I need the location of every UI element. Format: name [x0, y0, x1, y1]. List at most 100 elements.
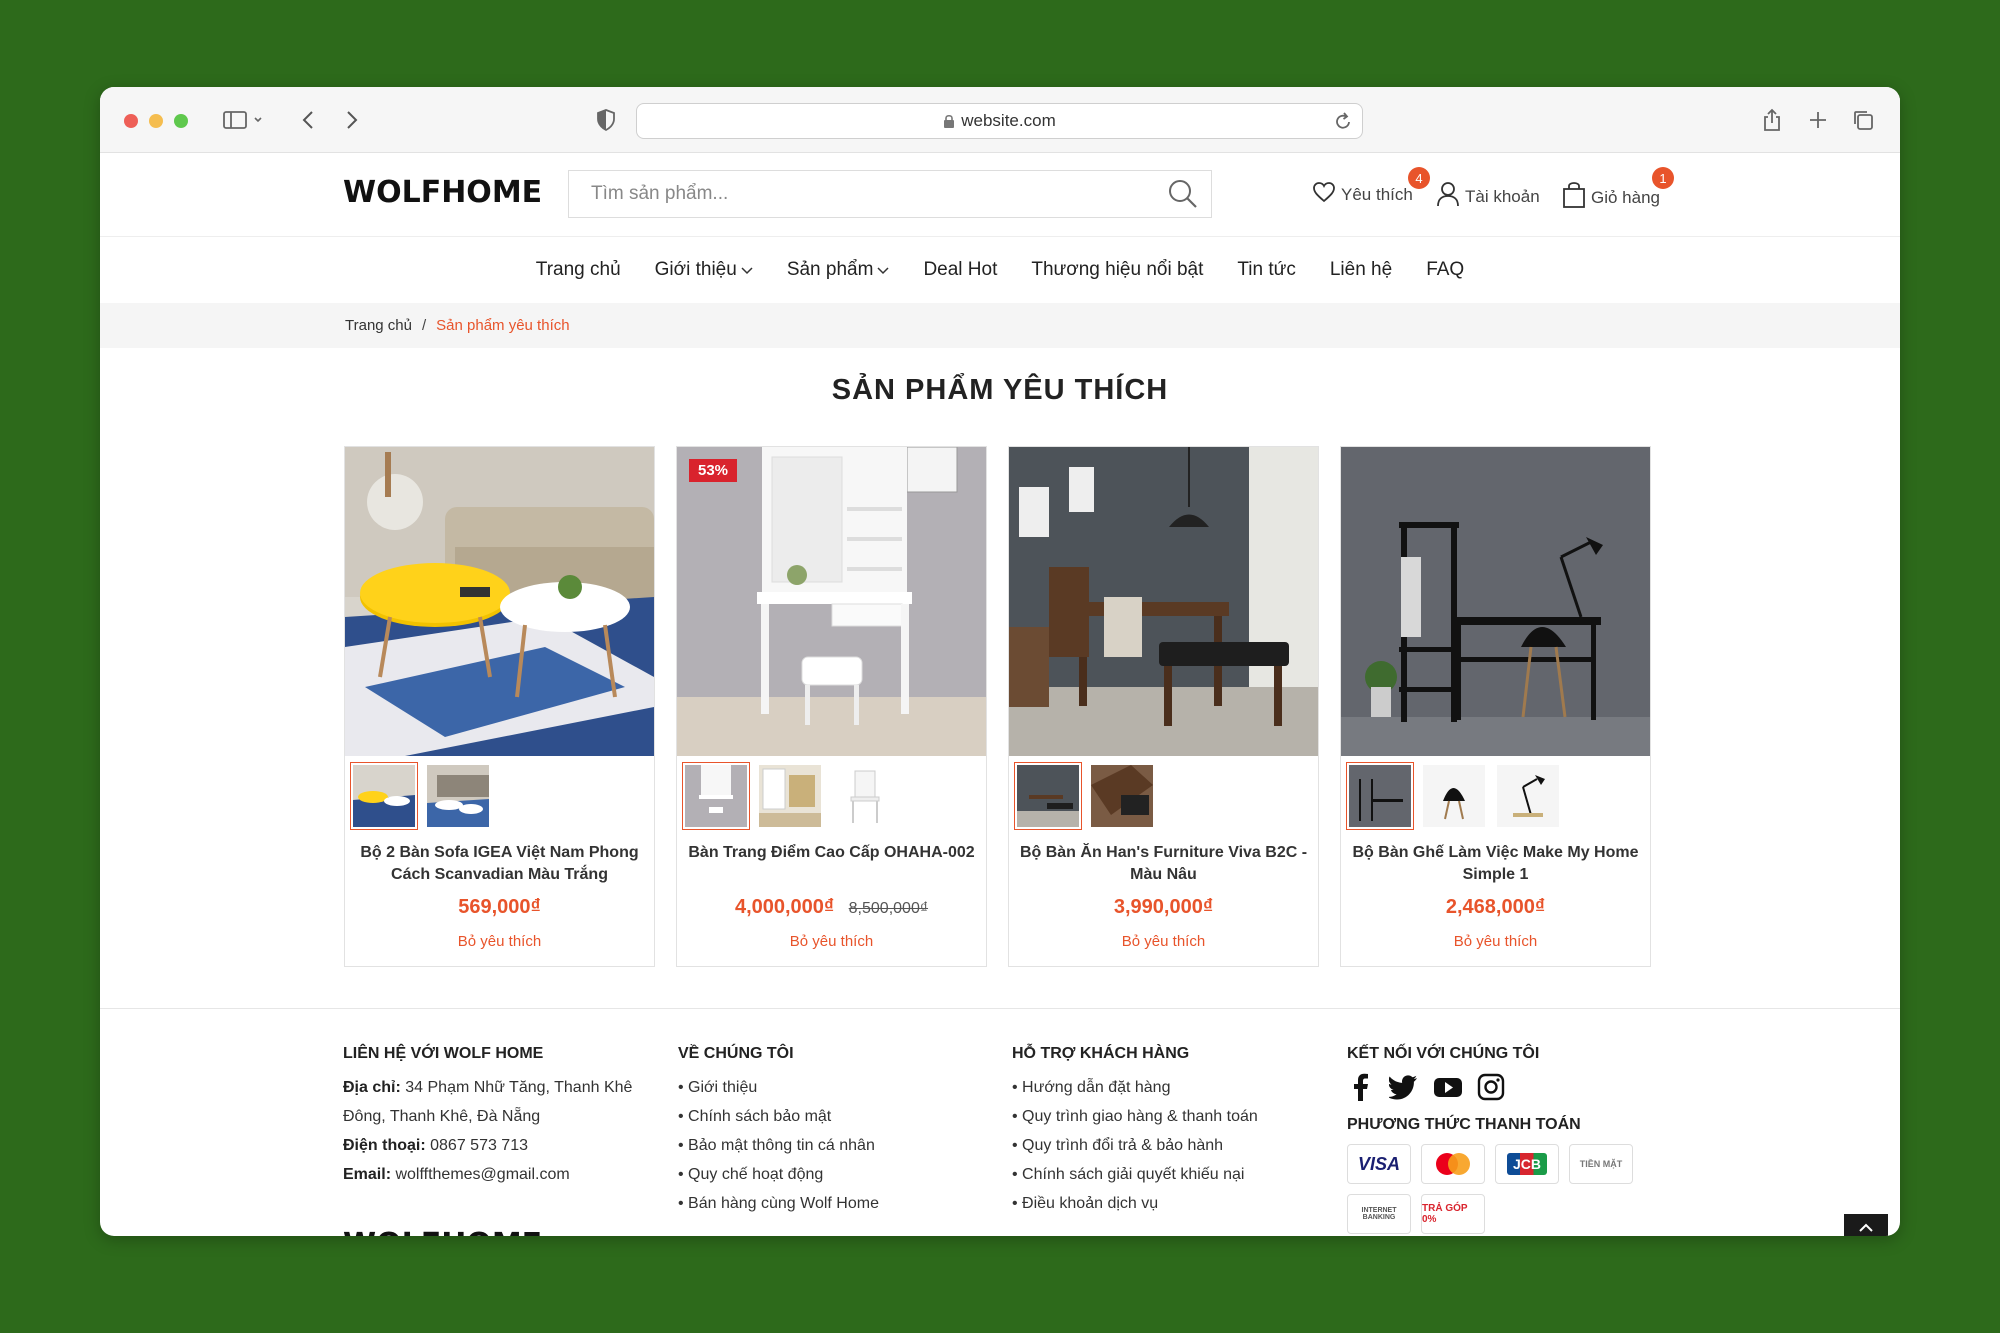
product-thumbnail[interactable]	[756, 762, 824, 830]
product-price-row: 3,990,000₫	[1009, 896, 1318, 919]
product-image[interactable]	[345, 447, 654, 756]
product-thumbnails	[1009, 756, 1318, 836]
footer-link[interactable]: • Bán hàng cùng Wolf Home	[678, 1189, 978, 1218]
product-name[interactable]: Bàn Trang Điểm Cao Cấp OHAHA-002	[677, 836, 986, 888]
cart-label: Giỏ hàng	[1591, 187, 1660, 207]
product-thumbnail[interactable]	[1346, 762, 1414, 830]
product-thumbnails	[677, 756, 986, 836]
site-footer: LIÊN HỆ VỚI WOLF HOME Địa chỉ: 34 Phạm N…	[100, 1008, 1900, 1236]
internet-banking-logo: INTERNET BANKING	[1347, 1194, 1411, 1234]
shield-icon[interactable]	[594, 104, 618, 136]
heart-icon	[1312, 181, 1341, 208]
search-box	[568, 170, 1212, 218]
jcb-logo: JCB	[1495, 1144, 1559, 1184]
wishlist-link[interactable]: Yêu thích 4	[1312, 167, 1430, 208]
visa-logo: VISA	[1347, 1144, 1411, 1184]
footer-link[interactable]: • Giới thiệu	[678, 1073, 978, 1102]
footer-heading: HỖ TRỢ KHÁCH HÀNG	[1012, 1045, 1190, 1062]
twitter-icon[interactable]	[1387, 1073, 1419, 1106]
search-input[interactable]	[569, 171, 1155, 217]
sidebar-toggle-icon[interactable]	[220, 104, 270, 136]
instagram-icon[interactable]	[1477, 1073, 1505, 1106]
scroll-to-top-button[interactable]	[1844, 1214, 1888, 1236]
shopping-bag-icon	[1562, 181, 1591, 214]
footer-link[interactable]: • Quy trình đổi trả & bảo hành	[1012, 1131, 1322, 1160]
footer-phone: Điện thoại: 0867 573 713	[343, 1137, 528, 1154]
wishlist-label: Yêu thích	[1341, 184, 1413, 204]
nav-item-deal-hot[interactable]: Deal Hot	[906, 259, 1014, 281]
remove-wishlist-button[interactable]: Bỏ yêu thích	[345, 933, 654, 950]
footer-link[interactable]: • Quy chế hoạt động	[678, 1160, 978, 1189]
product-thumbnail[interactable]	[682, 762, 750, 830]
back-icon[interactable]	[296, 104, 320, 136]
nav-item-brands[interactable]: Thương hiệu nổi bật	[1014, 259, 1220, 281]
product-thumbnails	[1341, 756, 1650, 836]
product-price: 2,468,000₫	[1445, 896, 1546, 918]
payment-methods: VISA JCB TIỀN MẶT INTERNET BANKING TRẢ G…	[1347, 1144, 1647, 1234]
main-nav: Trang chủ Giới thiệu Sản phẩm Deal Hot T…	[100, 237, 1900, 303]
mastercard-logo	[1421, 1144, 1485, 1184]
product-card: Bộ Bàn Ăn Han's Furniture Viva B2C - Màu…	[1008, 446, 1319, 967]
product-image[interactable]	[1009, 447, 1318, 756]
product-thumbnail[interactable]	[1420, 762, 1488, 830]
footer-about: VỀ CHÚNG TÔI • Giới thiệu • Chính sách b…	[678, 1045, 978, 1218]
site-logo[interactable]: WOLFHOME	[343, 175, 542, 210]
reload-icon[interactable]	[1334, 111, 1352, 136]
product-name[interactable]: Bộ 2 Bàn Sofa IGEA Việt Nam Phong Cách S…	[345, 836, 654, 888]
product-card: Bộ 2 Bàn Sofa IGEA Việt Nam Phong Cách S…	[344, 446, 655, 967]
product-thumbnail[interactable]	[350, 762, 418, 830]
nav-item-home[interactable]: Trang chủ	[519, 259, 638, 281]
footer-link[interactable]: • Chính sách bảo mật	[678, 1102, 978, 1131]
product-thumbnail[interactable]	[424, 762, 492, 830]
product-price: 569,000₫	[458, 896, 541, 918]
sale-badge: 53%	[689, 459, 738, 482]
footer-link[interactable]: • Quy trình giao hàng & thanh toán	[1012, 1102, 1322, 1131]
breadcrumb-home[interactable]: Trang chủ	[345, 317, 412, 334]
product-price-row: 2,468,000₫	[1341, 896, 1650, 919]
chevron-down-icon	[877, 259, 889, 281]
search-icon[interactable]	[1155, 179, 1211, 209]
product-thumbnail[interactable]	[1014, 762, 1082, 830]
footer-link[interactable]: • Điều khoản dịch vụ	[1012, 1189, 1322, 1218]
footer-link[interactable]: • Bảo mật thông tin cá nhân	[678, 1131, 978, 1160]
product-thumbnail[interactable]	[1088, 762, 1156, 830]
product-thumbnail[interactable]	[830, 762, 898, 830]
zoom-window-button[interactable]	[174, 114, 188, 128]
nav-item-products[interactable]: Sản phẩm	[770, 259, 907, 281]
social-links	[1347, 1073, 1667, 1106]
nav-item-contact[interactable]: Liên hệ	[1313, 259, 1409, 281]
facebook-icon[interactable]	[1347, 1073, 1375, 1106]
footer-link[interactable]: • Hướng dẫn đặt hàng	[1012, 1073, 1322, 1102]
browser-window: website.com WOLFHOME Yêu thích	[100, 87, 1900, 1236]
new-tab-icon[interactable]	[1806, 104, 1830, 136]
product-name[interactable]: Bộ Bàn Ghế Làm Việc Make My Home Simple …	[1341, 836, 1650, 888]
nav-item-faq[interactable]: FAQ	[1409, 259, 1481, 281]
remove-wishlist-button[interactable]: Bỏ yêu thích	[677, 933, 986, 950]
close-window-button[interactable]	[124, 114, 138, 128]
footer-contact: LIÊN HỆ VỚI WOLF HOME Địa chỉ: 34 Phạm N…	[343, 1045, 653, 1189]
footer-support: HỖ TRỢ KHÁCH HÀNG • Hướng dẫn đặt hàng •…	[1012, 1045, 1322, 1218]
address-bar[interactable]: website.com	[636, 103, 1363, 139]
chevron-up-icon	[1858, 1219, 1874, 1236]
footer-link[interactable]: • Chính sách giải quyết khiếu nại	[1012, 1160, 1322, 1189]
forward-icon[interactable]	[340, 104, 364, 136]
lock-icon	[943, 114, 955, 129]
remove-wishlist-button[interactable]: Bỏ yêu thích	[1009, 933, 1318, 950]
product-name[interactable]: Bộ Bàn Ăn Han's Furniture Viva B2C - Màu…	[1009, 836, 1318, 888]
cart-link[interactable]: Giỏ hàng 1	[1562, 167, 1674, 214]
page-title: SẢN PHẨM YÊU THÍCH	[831, 374, 1169, 406]
product-thumbnail[interactable]	[1494, 762, 1562, 830]
product-image[interactable]: 53%	[677, 447, 986, 756]
nav-item-news[interactable]: Tin tức	[1220, 259, 1312, 281]
breadcrumb-separator: /	[421, 317, 427, 334]
account-link[interactable]: Tài khoản	[1436, 181, 1540, 212]
minimize-window-button[interactable]	[149, 114, 163, 128]
nav-item-about[interactable]: Giới thiệu	[638, 259, 770, 281]
share-icon[interactable]	[1760, 104, 1784, 136]
youtube-icon[interactable]	[1433, 1073, 1463, 1106]
tab-overview-icon[interactable]	[1850, 104, 1876, 136]
product-image[interactable]	[1341, 447, 1650, 756]
remove-wishlist-button[interactable]: Bỏ yêu thích	[1341, 933, 1650, 950]
footer-logo: WOLFHOME	[343, 1227, 542, 1236]
product-price: 3,990,000₫	[1113, 896, 1214, 918]
